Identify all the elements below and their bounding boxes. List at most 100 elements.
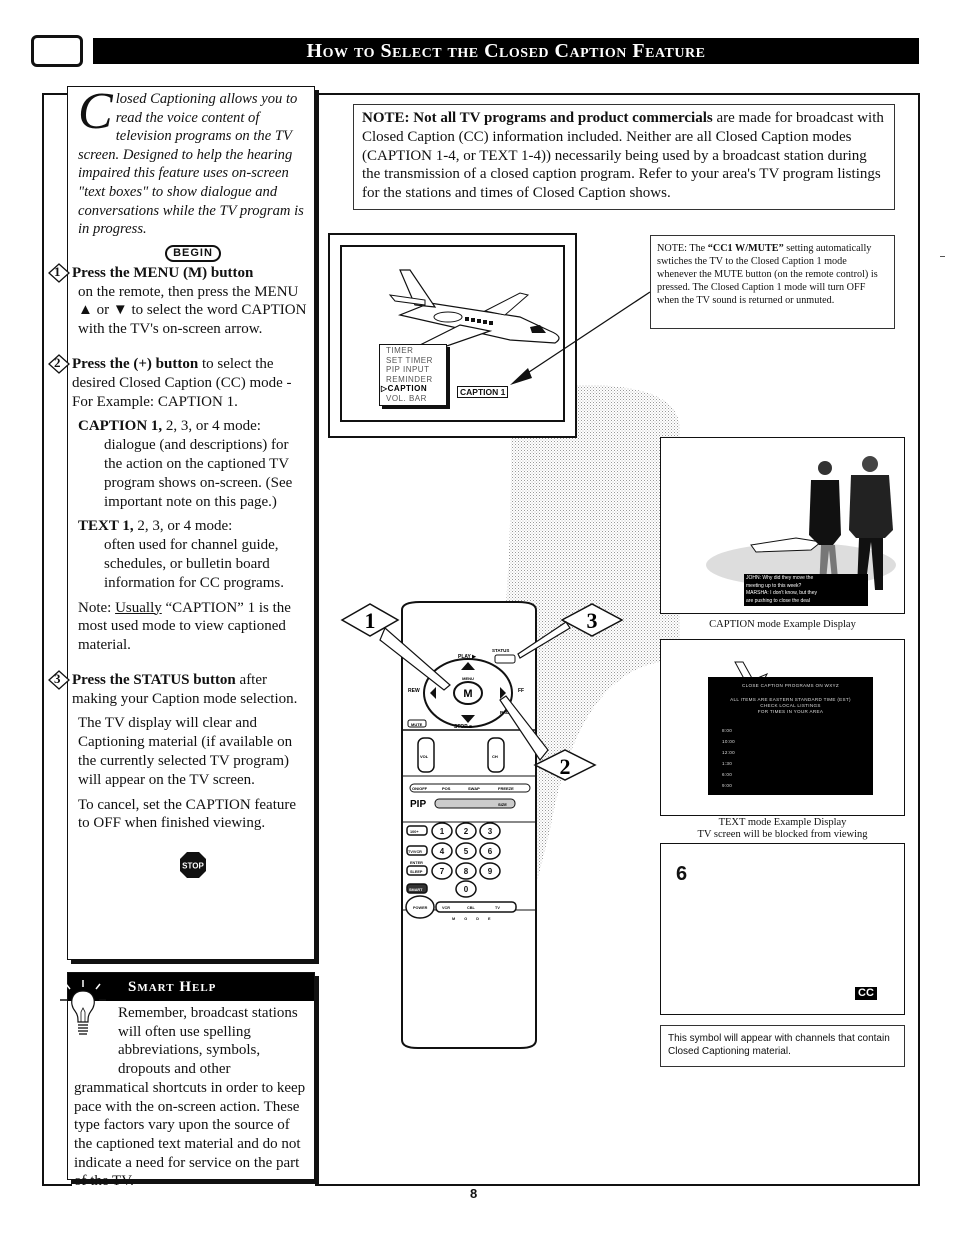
digit-3: 3 xyxy=(488,827,493,836)
power-label: POWER xyxy=(413,906,428,910)
margin-mark xyxy=(940,256,945,257)
enter-label: ENTER xyxy=(410,861,423,865)
caption-mode-desc: CAPTION 1, 2, 3, or 4 mode: xyxy=(78,418,261,435)
broadcast-note: NOTE: Not all TV programs and product co… xyxy=(353,104,895,210)
time-entry: 9:00 xyxy=(722,783,733,788)
step-1-body: on the remote, then press the MENU ▲ or … xyxy=(78,283,307,338)
status-label: STATUS xyxy=(492,648,509,653)
text-example-label-1: TEXT mode Example Display xyxy=(718,817,847,828)
mode-label: M O D E xyxy=(452,917,495,921)
hundred-label: 100+ xyxy=(410,830,419,834)
step-3-para-1: The TV display will clear and Captioning… xyxy=(78,715,293,788)
menu-item-reminder: REMINDER xyxy=(386,374,433,384)
step-3-title: Press the STATUS button xyxy=(72,671,236,688)
step-1: 1 Press the MENU (M) button on the remot… xyxy=(48,262,308,339)
usage-note: Note: Usually “CAPTION” 1 is the most us… xyxy=(78,599,291,654)
stop-label: STOP ■ xyxy=(454,724,472,730)
step-3-heading: 3 Press the STATUS button after making y… xyxy=(48,670,308,709)
pip-label: PIP xyxy=(410,799,426,810)
digit-7: 7 xyxy=(440,867,445,876)
caption-example-label: CAPTION mode Example Display xyxy=(709,619,856,630)
menu-item-caption: ▷CAPTION xyxy=(381,384,428,394)
menu-item-timer: TIMER xyxy=(386,346,414,355)
step-3-para-2: To cancel, set the CAPTION feature to OF… xyxy=(78,796,297,832)
digit-8: 8 xyxy=(464,867,469,876)
dropcap: C xyxy=(78,83,113,140)
svg-text:2: 2 xyxy=(560,754,571,779)
status-button xyxy=(494,654,516,664)
menu-m-label: M xyxy=(463,688,472,700)
step-2: 2 Press the (+) button to select the des… xyxy=(48,354,308,655)
svg-text:3: 3 xyxy=(587,608,598,633)
step-number-badge: 3 xyxy=(48,670,70,690)
remote-control-illustration: M MENU PLAY ▶ REW FF STOP ■ STATUS MUTE … xyxy=(340,601,624,1049)
text-line: FOR TIMES IN YOUR AREA xyxy=(757,709,824,714)
ff-label: FF xyxy=(518,688,524,694)
step-2-heading: 2 Press the (+) button to select the des… xyxy=(48,354,308,411)
sleep-label: SLEEP xyxy=(410,870,423,874)
menu-item-set-timer: SET TIMER xyxy=(386,355,433,365)
cbl-label: CBL xyxy=(467,906,475,910)
caption-line: meeting up to this week? xyxy=(746,582,802,589)
digit-1: 1 xyxy=(440,827,445,836)
menu-label: MENU xyxy=(462,676,474,681)
smart-label: SMART xyxy=(409,888,423,892)
svg-text:1: 1 xyxy=(365,608,376,633)
digit-4: 4 xyxy=(440,847,445,856)
time-entry: 12:00 xyxy=(722,750,735,755)
tv-vcr-label: TV/VCR xyxy=(408,850,422,854)
caption-line: JOHN: Why did they move the xyxy=(746,575,814,581)
ch-label: CH xyxy=(492,754,498,759)
text-mode-box: CLOSE CAPTION PROGRAMS ON WXYZ ALL ITEMS… xyxy=(708,677,873,795)
digit-5: 5 xyxy=(464,847,469,856)
vol-label: VOL xyxy=(420,754,429,759)
size-label: SIZE xyxy=(498,802,507,807)
channel-number: 6 xyxy=(676,863,688,885)
pointer-arrow-icon: ▷ xyxy=(381,384,388,394)
svg-text:STOP: STOP xyxy=(182,862,204,871)
cc-badge: CC xyxy=(855,987,877,1000)
play-label: PLAY ▶ xyxy=(458,654,477,660)
pos-label: POS xyxy=(442,786,451,791)
pointer-arrow xyxy=(510,291,651,385)
digit-6: 6 xyxy=(488,847,493,856)
text-mode-desc: TEXT 1, 2, 3, or 4 mode: xyxy=(78,518,233,535)
caption-line: MARSHA: I don't know, but they xyxy=(746,590,817,596)
digit-9: 9 xyxy=(488,867,493,876)
time-entry: 6:00 xyxy=(722,772,733,777)
step-2-title: Press the (+) button xyxy=(72,355,199,372)
step-3: 3 Press the STATUS button after making y… xyxy=(48,670,308,833)
page-corner-icon xyxy=(31,35,83,67)
begin-label: BEGIN xyxy=(165,244,221,262)
begin-badge: BEGIN xyxy=(78,243,308,262)
digit-0: 0 xyxy=(464,885,469,894)
instructions-panel: Closed Captioning allows you to read the… xyxy=(48,83,315,960)
vcr-label: VCR xyxy=(442,906,450,910)
step-1-title: Press the MENU (M) button xyxy=(72,264,254,281)
digit-2: 2 xyxy=(464,827,469,836)
times-list: 8:00 10:00 12:00 1:30 6:00 9:00 xyxy=(708,725,873,791)
tv-onscreen-menu: TIMER SET TIMER PIP INPUT REMINDER ▷CAPT… xyxy=(379,344,447,406)
step-number-badge: 1 xyxy=(48,262,70,283)
intro-paragraph: Closed Captioning allows you to read the… xyxy=(78,83,308,239)
light-bulb-icon xyxy=(60,980,106,1035)
text-heading: CLOSE CAPTION PROGRAMS ON WXYZ xyxy=(741,683,840,688)
caption-line: are pushing to close the deal xyxy=(746,597,810,604)
menu-item-vol-bar: VOL. BAR xyxy=(386,393,427,403)
cc-symbol-note: This symbol will appear with channels th… xyxy=(660,1025,905,1067)
swap-label: SWAP xyxy=(468,786,480,791)
caption-mode-detail: dialogue (and descriptions) for the acti… xyxy=(104,437,293,510)
step-1-heading: 1 Press the MENU (M) button xyxy=(48,262,308,283)
page-title: How to Select the Closed Caption Feature xyxy=(93,38,919,64)
text-example-label: TEXT mode Example Display TV screen will… xyxy=(660,817,905,841)
caption-text-box: JOHN: Why did they move the meeting up t… xyxy=(744,574,868,606)
time-entry: 10:00 xyxy=(722,739,735,744)
text-example-label-2: TV screen will be blocked from viewing xyxy=(697,829,868,840)
rew-label: REW xyxy=(408,688,420,694)
time-entry: 8:00 xyxy=(722,728,733,733)
on-off-label: ON/OFF xyxy=(412,786,428,791)
tv-label: TV xyxy=(495,906,500,910)
page-number: 8 xyxy=(470,1186,478,1201)
time-entry: 1:30 xyxy=(722,761,733,766)
mute-label: MUTE xyxy=(411,722,423,727)
